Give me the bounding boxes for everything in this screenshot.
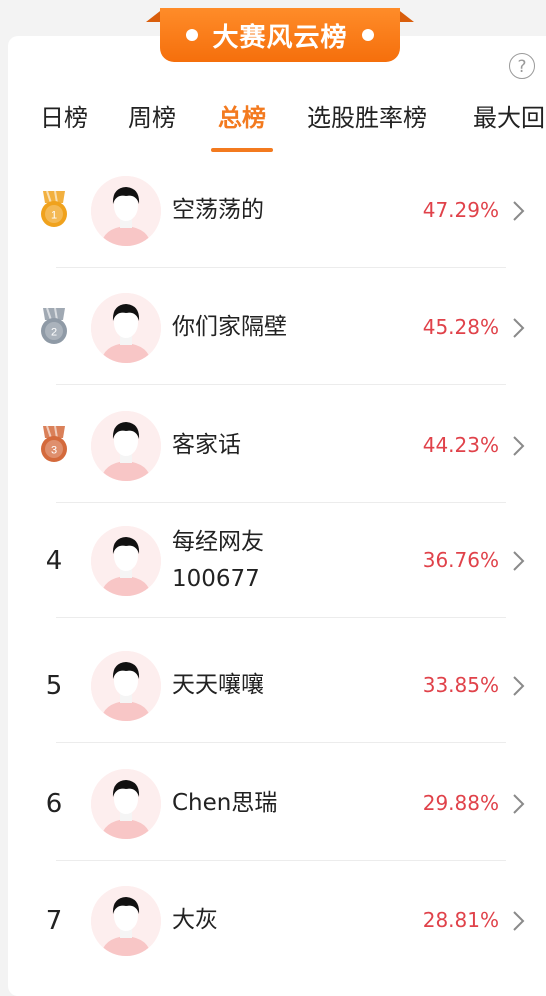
avatar[interactable]: [91, 886, 161, 956]
rank-number: 7: [45, 906, 63, 936]
user-name: 天天嚷嚷: [172, 672, 264, 698]
ranking-row[interactable]: 4 每经网友 100677 36.76%: [0, 526, 546, 596]
avatar[interactable]: [91, 293, 161, 363]
svg-text:1: 1: [51, 210, 57, 222]
user-name: 大灰: [172, 907, 218, 933]
chevron-right-icon[interactable]: [511, 549, 527, 573]
user-name: 客家话: [172, 432, 241, 458]
avatar[interactable]: [91, 526, 161, 596]
return-percentage: 29.88%: [422, 791, 499, 815]
ranking-row[interactable]: 1 空荡荡的 47.29%: [0, 176, 546, 246]
user-name: 空荡荡的: [172, 197, 264, 223]
svg-text:3: 3: [51, 445, 57, 457]
rank-number: 6: [45, 789, 63, 819]
ranking-tabs: 日榜 周榜 总榜 选股胜率榜 最大回: [0, 98, 546, 156]
return-percentage: 36.76%: [422, 548, 499, 572]
chevron-right-icon[interactable]: [511, 674, 527, 698]
ranking-row[interactable]: 2 你们家隔壁 45.28%: [0, 293, 546, 363]
row-divider: [56, 267, 506, 268]
user-name: 每经网友 100677: [172, 529, 264, 592]
user-name: 你们家隔壁: [172, 314, 287, 340]
rank-number: 4: [45, 546, 63, 576]
avatar[interactable]: [91, 769, 161, 839]
return-percentage: 47.29%: [422, 198, 499, 222]
return-percentage: 33.85%: [422, 673, 499, 697]
ranking-row[interactable]: 7 大灰 28.81%: [0, 886, 546, 956]
avatar[interactable]: [91, 176, 161, 246]
tab-max-drawdown[interactable]: 最大回: [473, 98, 545, 133]
ranking-row[interactable]: 5 天天嚷嚷 33.85%: [0, 651, 546, 721]
row-divider: [56, 742, 506, 743]
tab-overall[interactable]: 总榜: [218, 98, 266, 133]
avatar[interactable]: [91, 651, 161, 721]
tab-stock-win-rate[interactable]: 选股胜率榜: [307, 98, 427, 133]
row-divider: [56, 384, 506, 385]
banner-title: 大赛风云榜: [212, 22, 348, 53]
user-name: Chen思瑞: [172, 790, 278, 816]
chevron-right-icon[interactable]: [511, 199, 527, 223]
leaderboard-banner: 大赛风云榜: [146, 8, 414, 64]
banner-dot-left: [186, 29, 199, 41]
gold-medal-icon: 1: [38, 190, 70, 229]
tab-daily[interactable]: 日榜: [40, 98, 88, 133]
ranking-row[interactable]: 6 Chen思瑞 29.88%: [0, 769, 546, 839]
ranking-row[interactable]: 3 客家话 44.23%: [0, 411, 546, 481]
chevron-right-icon[interactable]: [511, 909, 527, 933]
banner-dot-right: [361, 29, 374, 41]
tab-weekly[interactable]: 周榜: [128, 98, 176, 133]
row-divider: [56, 502, 506, 503]
chevron-right-icon[interactable]: [511, 316, 527, 340]
avatar[interactable]: [91, 411, 161, 481]
question-mark-icon[interactable]: ?: [509, 53, 535, 79]
rank-number: 5: [45, 671, 63, 701]
svg-text:2: 2: [51, 327, 57, 339]
return-percentage: 45.28%: [422, 315, 499, 339]
silver-medal-icon: 2: [38, 307, 70, 346]
row-divider: [56, 617, 506, 618]
chevron-right-icon[interactable]: [511, 434, 527, 458]
return-percentage: 44.23%: [422, 433, 499, 457]
chevron-right-icon[interactable]: [511, 792, 527, 816]
active-tab-indicator: [211, 148, 273, 152]
row-divider: [56, 860, 506, 861]
return-percentage: 28.81%: [422, 908, 499, 932]
bronze-medal-icon: 3: [38, 425, 70, 464]
